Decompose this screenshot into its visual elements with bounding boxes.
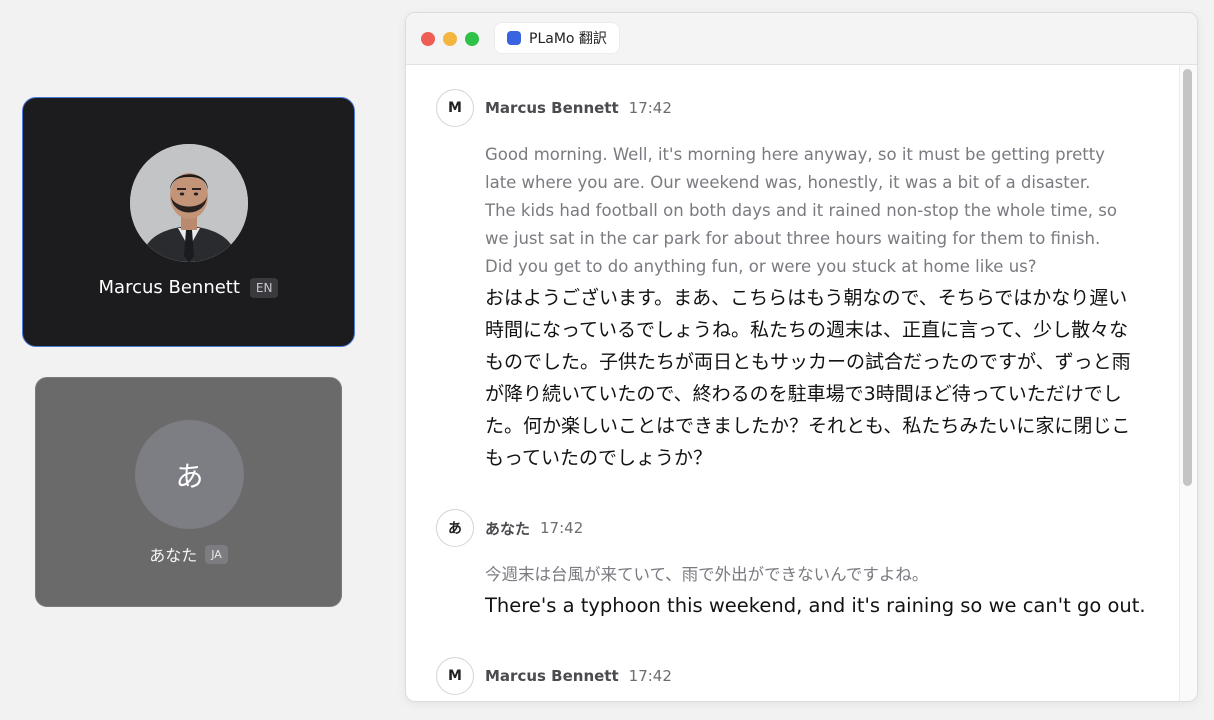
sender-avatar: M: [436, 657, 474, 695]
zoom-window-button[interactable]: [465, 32, 479, 46]
person-photo-icon: [130, 144, 248, 262]
translated-text: おはようございます。まあ、こちらはもう朝なので、そちらではかなり遅い時間になって…: [485, 287, 1131, 469]
participant-name-row: あなた JA: [36, 542, 341, 566]
participant-photo: [130, 144, 248, 262]
message-header: あ あなた 17:42: [436, 509, 583, 547]
app-tab[interactable]: PLaMo 翻訳: [495, 23, 619, 53]
message-header: M Marcus Bennett 17:42: [436, 657, 672, 695]
self-avatar: あ: [135, 420, 244, 529]
message-time: 17:42: [628, 667, 672, 685]
participant-name-row: Marcus Bennett EN: [23, 277, 354, 298]
sender-avatar: あ: [436, 509, 474, 547]
sender-name: Marcus Bennett: [485, 99, 619, 117]
minimize-window-button[interactable]: [443, 32, 457, 46]
participant-tile-self[interactable]: あ あなた JA: [35, 377, 342, 607]
original-text: Good morning. Well, it's morning here an…: [485, 145, 1117, 276]
window-titlebar: PLaMo 翻訳: [406, 13, 1197, 65]
sender-name: Marcus Bennett: [485, 667, 619, 685]
scrollbar-thumb[interactable]: [1183, 69, 1192, 486]
translated-text: There's a typhoon this weekend, and it's…: [485, 594, 1146, 617]
app-logo-icon: [507, 31, 521, 45]
close-window-button[interactable]: [421, 32, 435, 46]
participant-tile-remote[interactable]: Marcus Bennett EN: [22, 97, 355, 347]
language-badge: EN: [249, 277, 279, 298]
participant-name: Marcus Bennett: [98, 277, 240, 298]
original-text: 今週末は台風が来ていて、雨で外出ができないんですよね。: [485, 565, 929, 584]
translation-window: PLaMo 翻訳 M Marcus Bennett 17:42 Good mor…: [405, 12, 1198, 702]
sender-avatar: M: [436, 89, 474, 127]
sender-name: あなた: [485, 519, 531, 538]
message-time: 17:42: [628, 99, 672, 117]
message-header: M Marcus Bennett 17:42: [436, 89, 672, 127]
message-time: 17:42: [540, 519, 584, 537]
message-list[interactable]: M Marcus Bennett 17:42 Good morning. Wel…: [406, 65, 1197, 701]
tab-title: PLaMo 翻訳: [529, 31, 607, 47]
language-badge: JA: [205, 544, 228, 564]
participant-name: あなた: [149, 546, 198, 565]
